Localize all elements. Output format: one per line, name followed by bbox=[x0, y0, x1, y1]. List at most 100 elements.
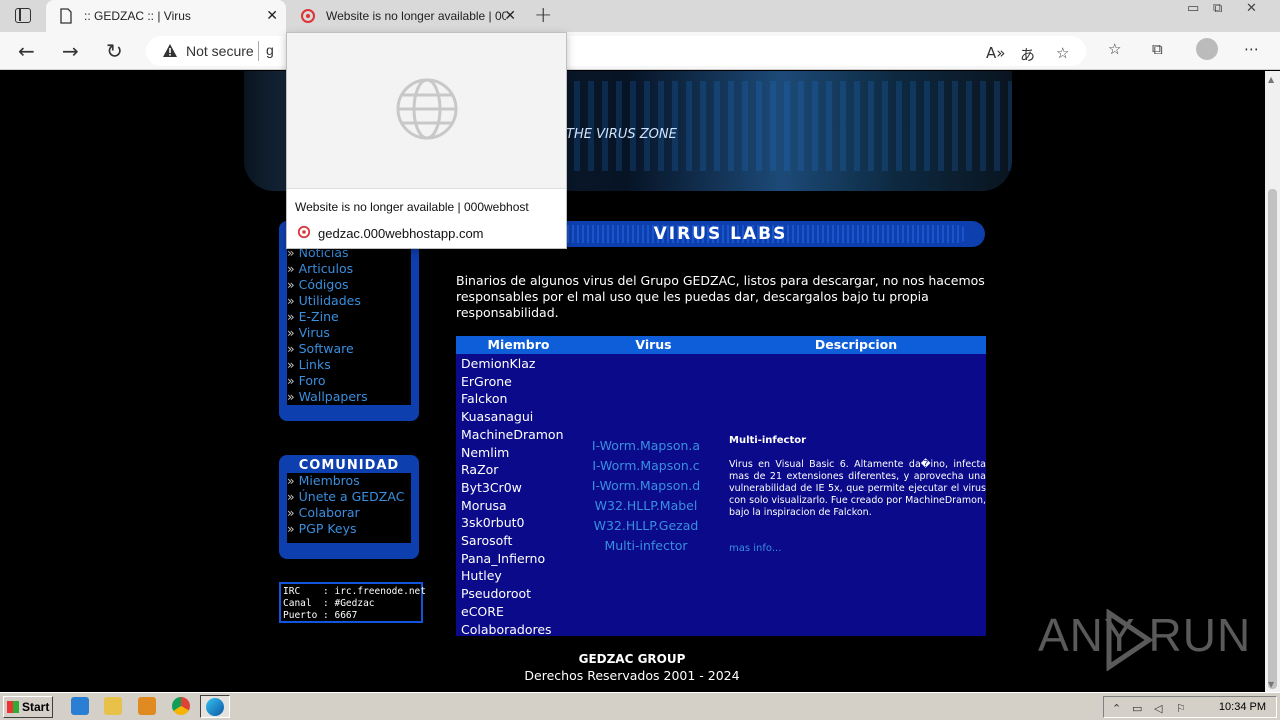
tab-actions-icon[interactable] bbox=[15, 8, 31, 23]
000webhost-icon bbox=[301, 9, 315, 23]
volume-icon[interactable]: ◁ bbox=[1154, 702, 1162, 715]
member-item[interactable]: MachineDramon bbox=[461, 426, 564, 444]
irc-server: IRC : irc.freenode.net bbox=[283, 586, 426, 597]
virus-link[interactable]: I-Worm.Mapson.d bbox=[576, 476, 716, 496]
member-item[interactable]: ErGrone bbox=[461, 373, 564, 391]
start-button[interactable]: Start bbox=[3, 696, 53, 718]
member-item[interactable]: Pseudoroot bbox=[461, 585, 564, 603]
profile-avatar[interactable] bbox=[1196, 38, 1218, 60]
menu-item-unete[interactable]: Únete a GEDZAC bbox=[287, 489, 405, 505]
community-title: COMUNIDAD bbox=[298, 458, 400, 473]
menu-item-virus[interactable]: Virus bbox=[287, 325, 368, 341]
refresh-button[interactable]: ↻ bbox=[106, 39, 123, 63]
footer-rights: Derechos Reservados 2001 - 2024 bbox=[524, 668, 740, 683]
column-header-virus: Virus bbox=[635, 337, 672, 352]
menu-item-articulos[interactable]: Articulos bbox=[287, 261, 368, 277]
media-player-icon[interactable] bbox=[138, 697, 156, 715]
member-item[interactable]: Colaboradores bbox=[461, 621, 564, 639]
close-window-icon[interactable]: ✕ bbox=[1246, 1, 1257, 16]
restore-icon[interactable]: ⧉ bbox=[1213, 1, 1222, 16]
member-item[interactable]: Hutley bbox=[461, 567, 564, 585]
menu-item-software[interactable]: Software bbox=[287, 341, 368, 357]
member-item[interactable]: 3sk0rbut0 bbox=[461, 514, 564, 532]
new-tab-button[interactable]: + bbox=[534, 3, 552, 28]
forward-button[interactable]: → bbox=[62, 39, 79, 63]
tab-hover-card: Website is no longer available | 000webh… bbox=[286, 32, 567, 249]
system-tray: ⌃ ▭ ◁ ⚐ 10:34 PM bbox=[1103, 696, 1277, 718]
member-item[interactable]: Nemlim bbox=[461, 444, 564, 462]
banner-text: THE VIRUS ZONE bbox=[566, 127, 677, 142]
preview-area bbox=[287, 33, 566, 189]
menu-item-utilidades[interactable]: Utilidades bbox=[287, 293, 368, 309]
add-favorite-icon[interactable]: ☆ bbox=[1056, 44, 1069, 62]
member-item[interactable]: Falckon bbox=[461, 390, 564, 408]
member-item[interactable]: Pana_Infierno bbox=[461, 550, 564, 568]
page-icon bbox=[60, 8, 72, 24]
start-label: Start bbox=[22, 700, 50, 714]
virus-link[interactable]: W32.HLLP.Gezad bbox=[576, 516, 716, 536]
member-item[interactable]: Sarosoft bbox=[461, 532, 564, 550]
favorites-icon[interactable]: ☆ bbox=[1108, 40, 1121, 58]
main-menu-panel: Noticias Articulos Códigos Utilidades E-… bbox=[279, 221, 419, 421]
menu-item-ezine[interactable]: E-Zine bbox=[287, 309, 368, 325]
back-button[interactable]: ← bbox=[18, 39, 35, 63]
scroll-up-icon[interactable]: ▲ bbox=[1268, 75, 1274, 84]
network-icon[interactable]: ▭ bbox=[1132, 702, 1142, 715]
tab-title: Website is no longer available | 000webh… bbox=[326, 9, 506, 23]
scroll-down-icon[interactable]: ▼ bbox=[1268, 680, 1274, 689]
000webhost-icon bbox=[297, 225, 311, 239]
community-menu: Miembros Únete a GEDZAC Colaborar PGP Ke… bbox=[287, 473, 405, 537]
more-menu-icon[interactable]: ⋯ bbox=[1244, 40, 1259, 58]
virus-link[interactable]: I-Worm.Mapson.c bbox=[576, 456, 716, 476]
virus-link[interactable]: Multi-infector bbox=[576, 536, 716, 556]
community-inner: Miembros Únete a GEDZAC Colaborar PGP Ke… bbox=[287, 473, 411, 543]
table-header: Miembro Virus Descripcion bbox=[456, 336, 986, 354]
chrome-icon[interactable] bbox=[172, 697, 190, 715]
description-title: Multi-infector bbox=[729, 435, 807, 446]
security-label[interactable]: Not secure bbox=[186, 43, 254, 59]
vertical-scrollbar[interactable]: ▲ ▼ bbox=[1265, 71, 1280, 692]
virus-link[interactable]: I-Worm.Mapson.a bbox=[576, 436, 716, 456]
folder-icon[interactable] bbox=[104, 697, 122, 715]
member-item[interactable]: eCORE bbox=[461, 603, 564, 621]
menu-item-pgp-keys[interactable]: PGP Keys bbox=[287, 521, 404, 537]
menu-item-foro[interactable]: Foro bbox=[287, 373, 368, 389]
menu-item-miembros[interactable]: Miembros bbox=[287, 473, 404, 489]
column-header-miembro: Miembro bbox=[487, 337, 550, 352]
warning-icon bbox=[163, 44, 177, 57]
minimize-icon[interactable]: ▭ bbox=[1187, 1, 1199, 16]
main-menu: Noticias Articulos Códigos Utilidades E-… bbox=[287, 245, 368, 405]
member-item[interactable]: RaZor bbox=[461, 461, 564, 479]
action-center-icon[interactable]: ⚐ bbox=[1176, 702, 1186, 715]
more-info-link[interactable]: mas info... bbox=[729, 543, 781, 554]
menu-item-links[interactable]: Links bbox=[287, 357, 368, 373]
menu-item-codigos[interactable]: Códigos bbox=[287, 277, 368, 293]
divider bbox=[258, 41, 259, 61]
ie-icon[interactable] bbox=[71, 697, 89, 715]
clock[interactable]: 10:34 PM bbox=[1219, 701, 1266, 713]
collections-icon[interactable]: ⧉ bbox=[1152, 40, 1163, 58]
tray-expand-icon[interactable]: ⌃ bbox=[1112, 702, 1121, 715]
member-item[interactable]: Byt3Cr0w bbox=[461, 479, 564, 497]
member-item[interactable]: DemionKlaz bbox=[461, 355, 564, 373]
virus-list: I-Worm.Mapson.a I-Worm.Mapson.c I-Worm.M… bbox=[576, 436, 716, 556]
close-tab-icon[interactable]: ✕ bbox=[266, 7, 278, 24]
menu-item-colaborar[interactable]: Colaborar bbox=[287, 505, 404, 521]
translate-icon[interactable]: あ bbox=[1020, 44, 1035, 65]
windows-logo-icon bbox=[7, 701, 19, 713]
globe-icon bbox=[396, 78, 458, 140]
close-tab-icon[interactable]: ✕ bbox=[504, 7, 516, 24]
column-header-descripcion: Descripcion bbox=[814, 337, 898, 352]
tab-gedzac[interactable]: :: GEDZAC :: | Virus ✕ bbox=[46, 0, 286, 32]
taskbar-edge-button[interactable] bbox=[200, 695, 230, 718]
tab-000webhost[interactable]: Website is no longer available | 000webh… bbox=[288, 0, 524, 32]
url-text[interactable]: g bbox=[266, 42, 274, 58]
member-item[interactable]: Morusa bbox=[461, 497, 564, 515]
virus-link[interactable]: W32.HLLP.Mabel bbox=[576, 496, 716, 516]
member-item[interactable]: Kuasanagui bbox=[461, 408, 564, 426]
read-aloud-icon[interactable]: A» bbox=[986, 44, 1005, 62]
scroll-thumb[interactable] bbox=[1268, 189, 1277, 689]
edge-icon bbox=[206, 698, 224, 716]
community-panel: COMUNIDAD Miembros Únete a GEDZAC Colabo… bbox=[279, 455, 419, 559]
menu-item-wallpapers[interactable]: Wallpapers bbox=[287, 389, 368, 405]
